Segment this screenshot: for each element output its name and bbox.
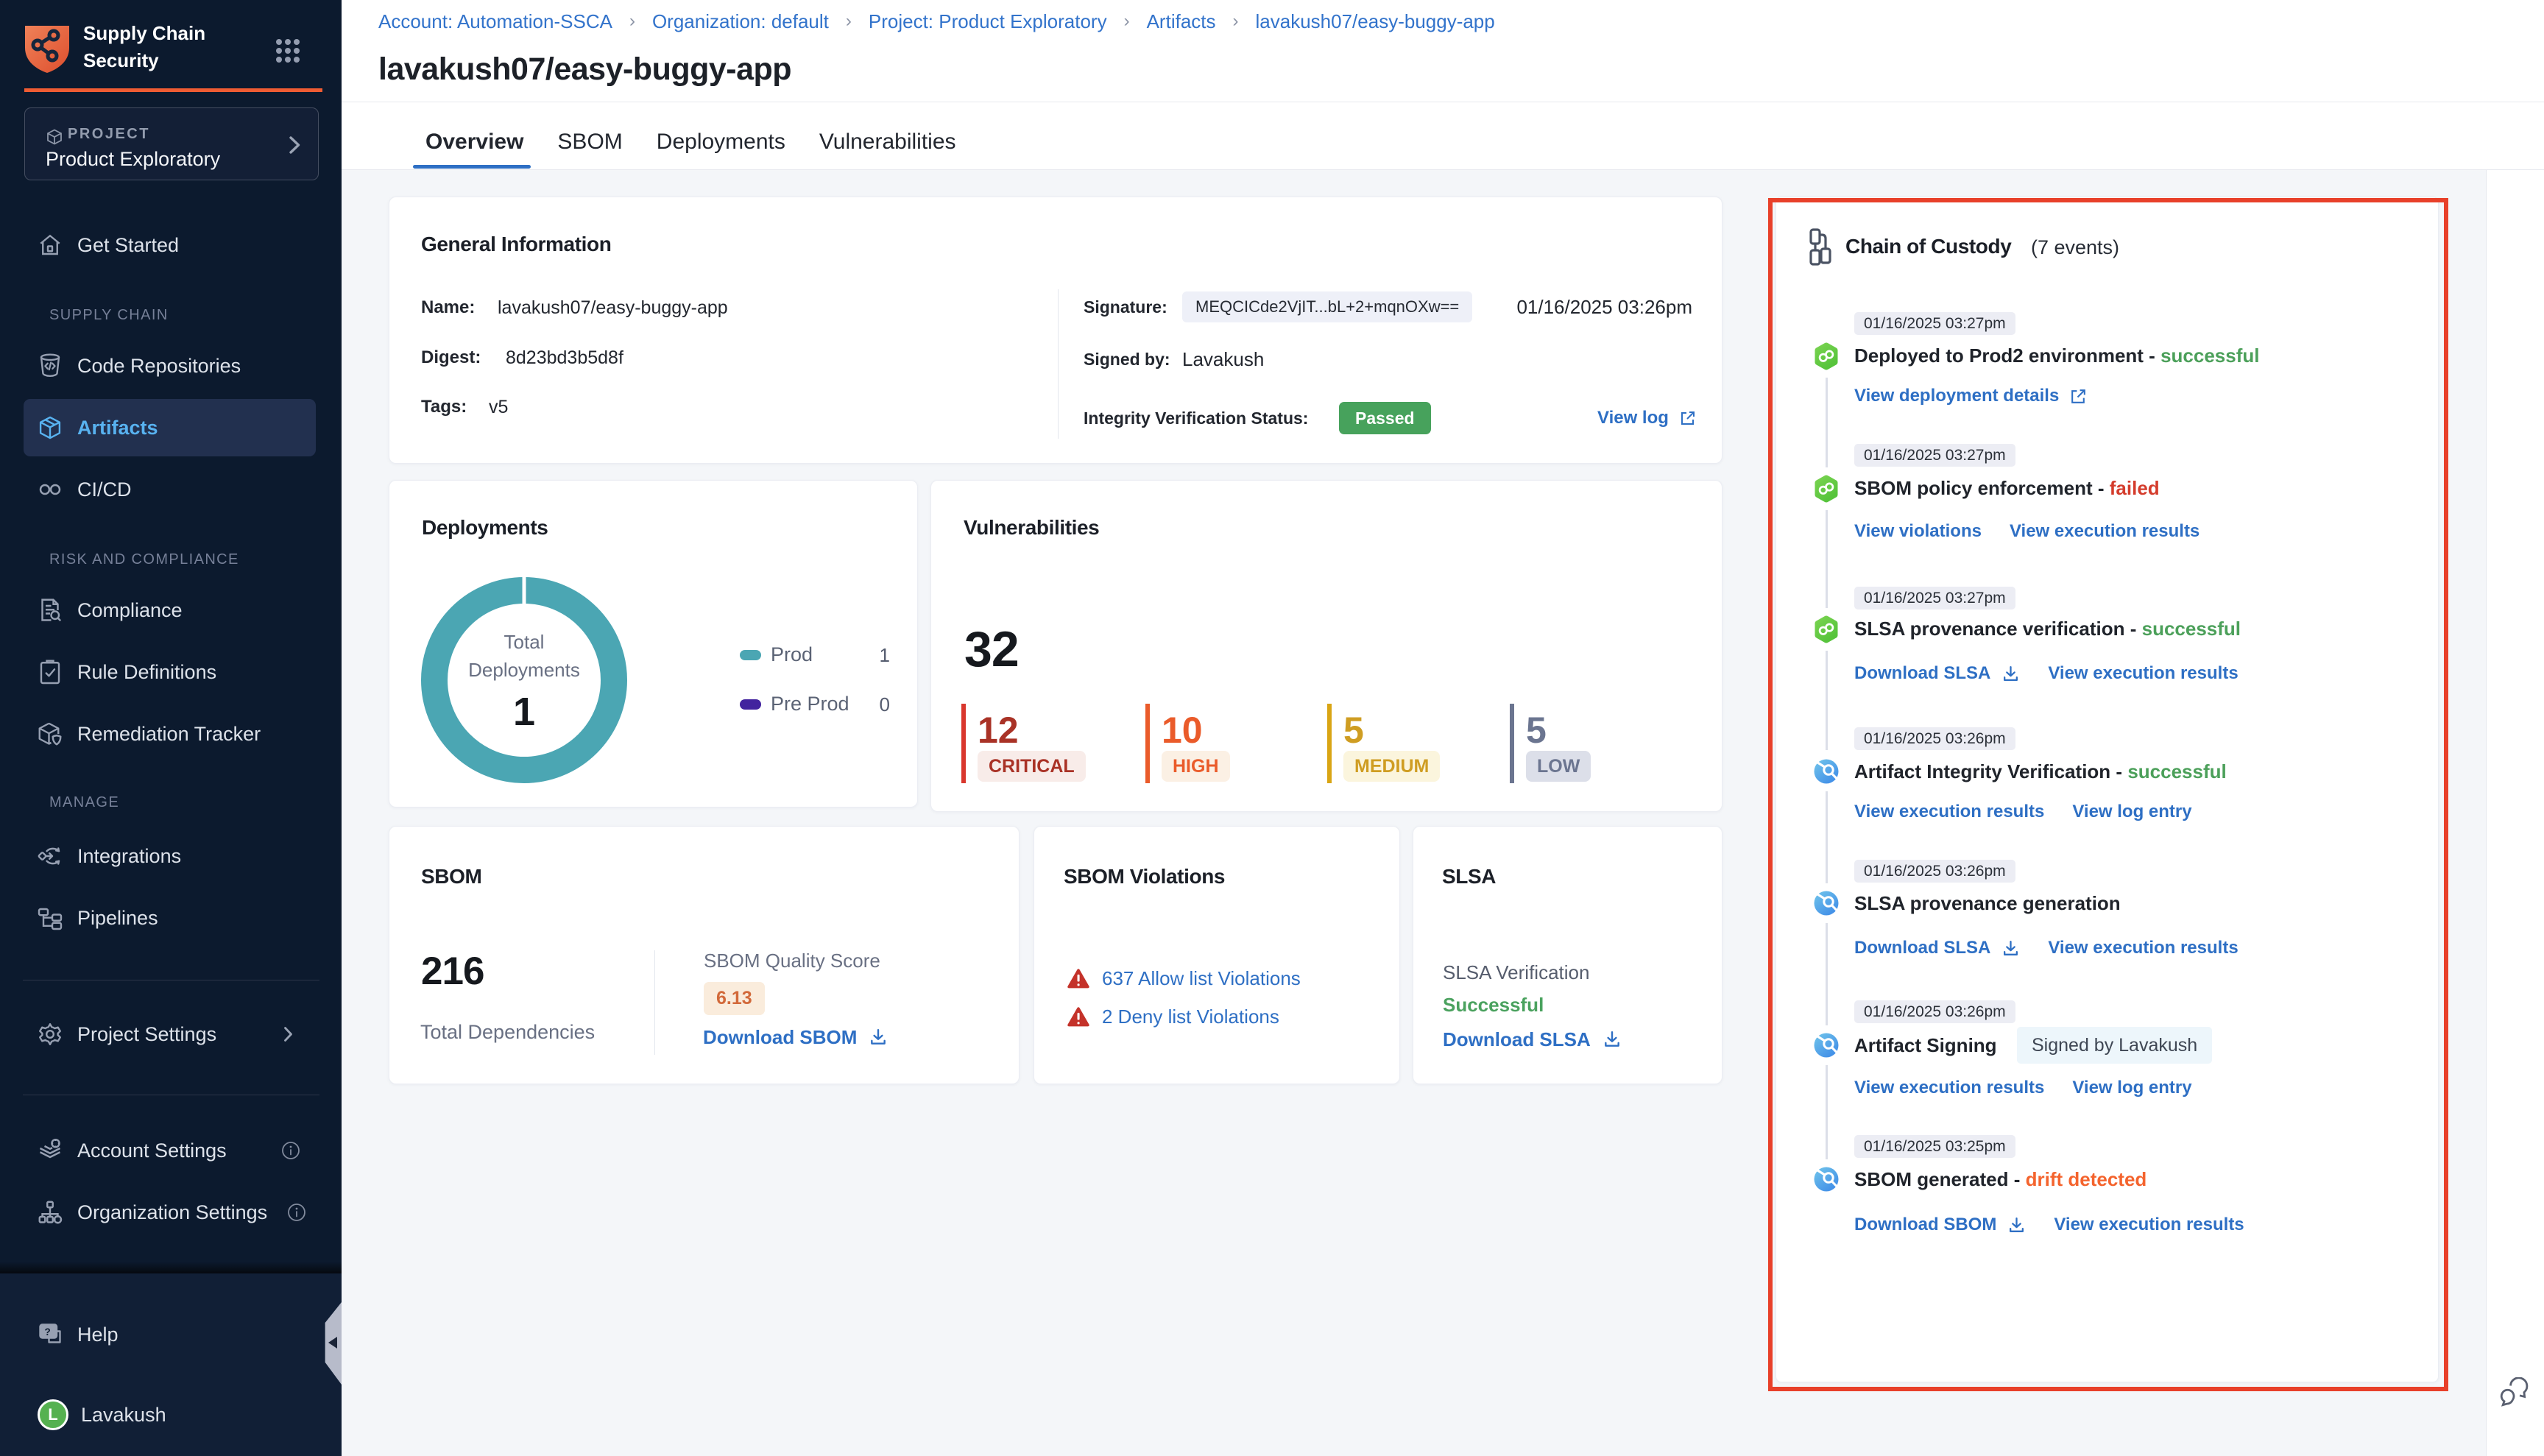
svg-text:?: ? [45, 1326, 51, 1337]
